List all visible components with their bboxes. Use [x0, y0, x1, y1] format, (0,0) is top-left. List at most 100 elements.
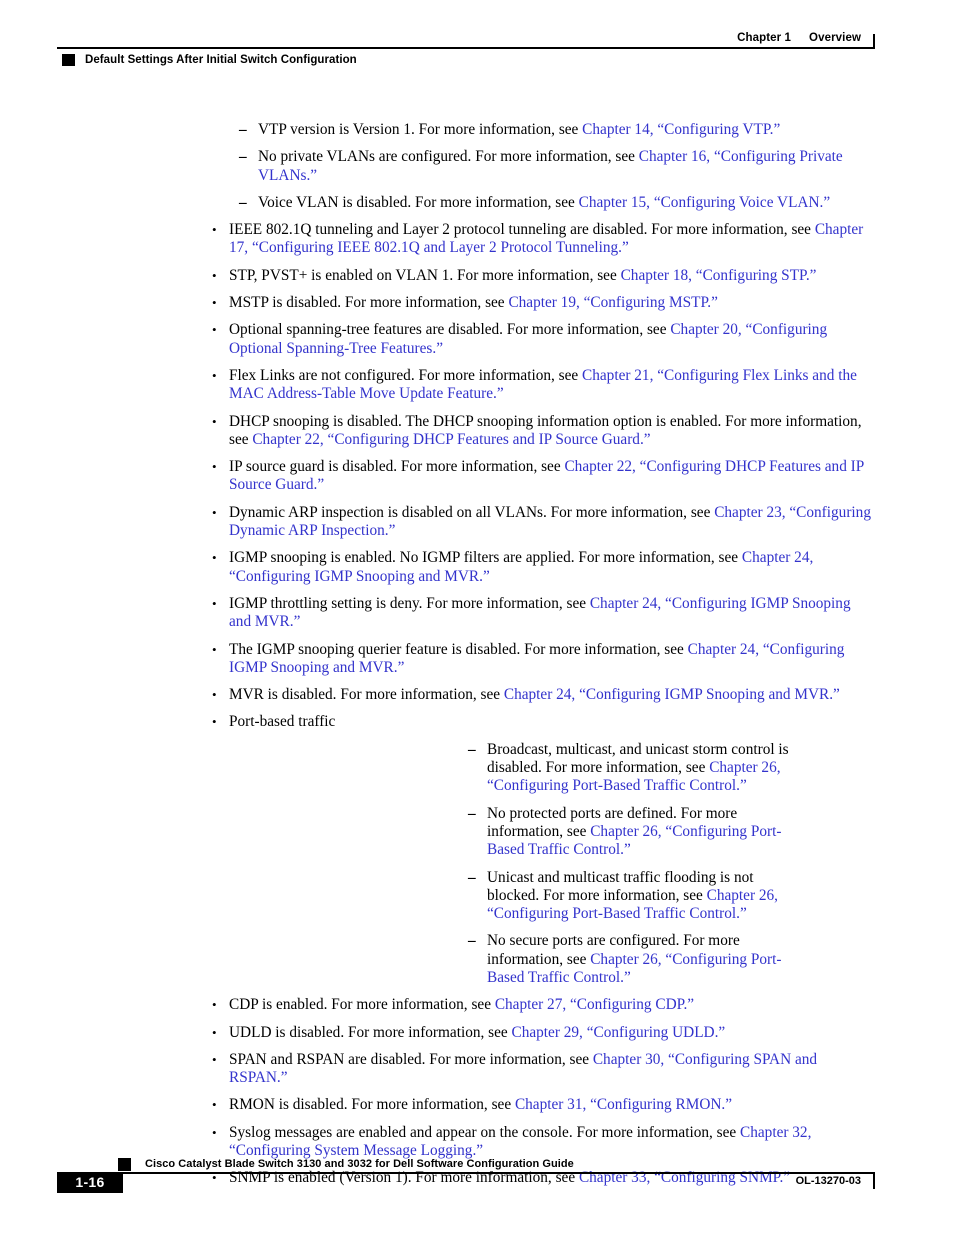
item-text: STP, PVST+ is enabled on VLAN 1. For mor…: [229, 267, 874, 285]
bullet-marker-icon: •: [212, 687, 217, 703]
cross-reference-link[interactable]: Chapter 14, “Configuring VTP.”: [582, 121, 780, 138]
item-text-run: IGMP snooping is enabled. No IGMP filter…: [229, 549, 742, 567]
item-text: MVR is disabled. For more information, s…: [229, 686, 874, 704]
page-body: – VTP version is Version 1. For more info…: [0, 112, 954, 1197]
item-text-run: IGMP throttling setting is deny. For mor…: [229, 594, 590, 612]
item-text: Broadcast, multicast, and unicast storm …: [487, 741, 794, 796]
sub-bullet-item: – No private VLANs are configured. For mo…: [0, 148, 954, 185]
cross-reference-link[interactable]: Chapter 27, “Configuring CDP.”: [495, 996, 694, 1013]
bullet-marker-icon: •: [212, 1024, 217, 1040]
dash-marker-icon: –: [468, 740, 476, 758]
item-text-run: MVR is disabled. For more information, s…: [229, 686, 504, 704]
item-text: CDP is enabled. For more information, se…: [229, 996, 874, 1014]
item-text: IP source guard is disabled. For more in…: [229, 458, 874, 495]
cross-reference-link[interactable]: Chapter 29, “Configuring UDLD.”: [512, 1024, 726, 1041]
bullet-item: • IEEE 802.1Q tunneling and Layer 2 proto…: [0, 221, 954, 258]
header-chapter-label: Chapter 1: [737, 32, 792, 44]
bullet-marker-icon: •: [212, 1051, 217, 1067]
bullet-item: • RMON is disabled. For more information,…: [0, 1096, 954, 1114]
bullet-item: • SPAN and RSPAN are disabled. For more i…: [0, 1051, 954, 1088]
item-text: IEEE 802.1Q tunneling and Layer 2 protoc…: [229, 221, 874, 258]
bullet-marker-icon: •: [212, 295, 217, 311]
item-text: No protected ports are defined. For more…: [487, 805, 794, 860]
item-text-run: Dynamic ARP inspection is disabled on al…: [229, 503, 715, 521]
cross-reference-link[interactable]: Chapter 31, “Configuring RMON.”: [515, 1096, 732, 1113]
sub-bullet-item: – Unicast and multicast traffic flooding …: [229, 869, 874, 924]
footer-rule-end-tick: [873, 1174, 875, 1189]
bullet-marker-icon: •: [212, 367, 217, 383]
item-text: Unicast and multicast traffic flooding i…: [487, 869, 794, 924]
sub-bullet-item: – No secure ports are configured. For mor…: [229, 932, 874, 987]
dash-marker-icon: –: [468, 868, 476, 886]
bullet-item: • STP, PVST+ is enabled on VLAN 1. For mo…: [0, 267, 954, 285]
bullet-item: • CDP is enabled. For more information, s…: [0, 996, 954, 1014]
dash-marker-icon: –: [239, 121, 247, 138]
cross-reference-link[interactable]: Chapter 15, “Configuring Voice VLAN.”: [579, 194, 831, 211]
item-text-run: IP source guard is disabled. For more in…: [229, 458, 565, 476]
footer-document-id: OL-13270-03: [795, 1175, 861, 1187]
cross-reference-link[interactable]: Chapter 18, “Configuring STP.”: [621, 267, 817, 284]
sub-bullet-item: – VTP version is Version 1. For more info…: [0, 121, 954, 139]
bullet-marker-icon: •: [212, 222, 217, 238]
black-square-icon: [62, 54, 75, 67]
item-text: Dynamic ARP inspection is disabled on al…: [229, 504, 874, 541]
item-text-run: RMON is disabled. For more information, …: [229, 1096, 515, 1114]
sub-settings-list: – Broadcast, multicast, and unicast storm…: [229, 741, 874, 988]
bullet-marker-icon: •: [212, 459, 217, 475]
item-text: No secure ports are configured. For more…: [487, 932, 794, 987]
bullet-item: • MVR is disabled. For more information, …: [0, 686, 954, 704]
bullet-item: • Flex Links are not configured. For more…: [0, 367, 954, 404]
document-page: Chapter 1 Overview Default Settings After…: [0, 0, 954, 1235]
item-text-run: The IGMP snooping querier feature is dis…: [229, 640, 688, 658]
bullet-item: • UDLD is disabled. For more information,…: [0, 1024, 954, 1042]
item-text: RMON is disabled. For more information, …: [229, 1096, 874, 1114]
cross-reference-link[interactable]: Chapter 19, “Configuring MSTP.”: [508, 294, 717, 311]
bullet-item: • Dynamic ARP inspection is disabled on a…: [0, 504, 954, 541]
sub-bullet-item: – Broadcast, multicast, and unicast storm…: [229, 741, 874, 796]
page-number-badge: 1-16: [57, 1172, 123, 1193]
item-text: Flex Links are not configured. For more …: [229, 367, 874, 404]
black-square-icon: [118, 1158, 131, 1171]
item-text-run: Voice VLAN is disabled. For more informa…: [258, 193, 579, 211]
bullet-marker-icon: •: [212, 1124, 217, 1140]
item-text: DHCP snooping is disabled. The DHCP snoo…: [229, 413, 874, 450]
item-text-run: CDP is enabled. For more information, se…: [229, 996, 495, 1014]
dash-marker-icon: –: [468, 804, 476, 822]
settings-list: – VTP version is Version 1. For more info…: [0, 121, 954, 1188]
item-text-run: VTP version is Version 1. For more infor…: [258, 121, 583, 138]
item-text: No private VLANs are configured. For mor…: [258, 148, 874, 185]
bullet-marker-icon: •: [212, 413, 217, 429]
item-text: UDLD is disabled. For more information, …: [229, 1024, 874, 1042]
cross-reference-link[interactable]: Chapter 24, “Configuring IGMP Snooping a…: [504, 686, 840, 703]
item-text: MSTP is disabled. For more information, …: [229, 294, 874, 312]
bullet-item: • MSTP is disabled. For more information,…: [0, 294, 954, 312]
item-text: Syslog messages are enabled and appear o…: [229, 1124, 874, 1161]
bullet-marker-icon: •: [212, 1097, 217, 1113]
page-header: Chapter 1 Overview Default Settings After…: [57, 30, 875, 67]
dash-marker-icon: –: [239, 193, 247, 211]
bullet-item: • Port-based traffic – Broadcast, multicast…: [0, 713, 954, 987]
item-text: IGMP snooping is enabled. No IGMP filter…: [229, 549, 874, 586]
footer-divider: [57, 1172, 875, 1189]
item-text-run: Flex Links are not configured. For more …: [229, 366, 583, 384]
bullet-item: • The IGMP snooping querier feature is di…: [0, 641, 954, 678]
item-text: Optional spanning-tree features are disa…: [229, 321, 874, 358]
cross-reference-link[interactable]: Chapter 22, “Configuring DHCP Features a…: [252, 431, 650, 448]
bullet-marker-icon: •: [212, 641, 217, 657]
item-text-run: No private VLANs are configured. For mor…: [258, 148, 639, 166]
item-text-run: IEEE 802.1Q tunneling and Layer 2 protoc…: [229, 221, 815, 239]
item-text-run: Syslog messages are enabled and appear o…: [229, 1123, 741, 1141]
item-text: The IGMP snooping querier feature is dis…: [229, 641, 874, 678]
item-text-run: SPAN and RSPAN are disabled. For more in…: [229, 1050, 593, 1068]
bullet-marker-icon: •: [212, 714, 217, 730]
item-text-run: Optional spanning-tree features are disa…: [229, 321, 671, 339]
bullet-item: • IGMP throttling setting is deny. For mo…: [0, 595, 954, 632]
footer-document-title: Cisco Catalyst Blade Switch 3130 and 303…: [145, 1158, 574, 1170]
item-text-run: MSTP is disabled. For more information, …: [229, 294, 509, 312]
dash-marker-icon: –: [468, 932, 476, 950]
item-text: SPAN and RSPAN are disabled. For more in…: [229, 1051, 874, 1088]
bullet-marker-icon: •: [212, 595, 217, 611]
header-section-line: Default Settings After Initial Switch Co…: [62, 51, 357, 67]
sub-bullet-item: – Voice VLAN is disabled. For more inform…: [0, 194, 954, 212]
sub-bullet-item: – No protected ports are defined. For mor…: [229, 805, 874, 860]
